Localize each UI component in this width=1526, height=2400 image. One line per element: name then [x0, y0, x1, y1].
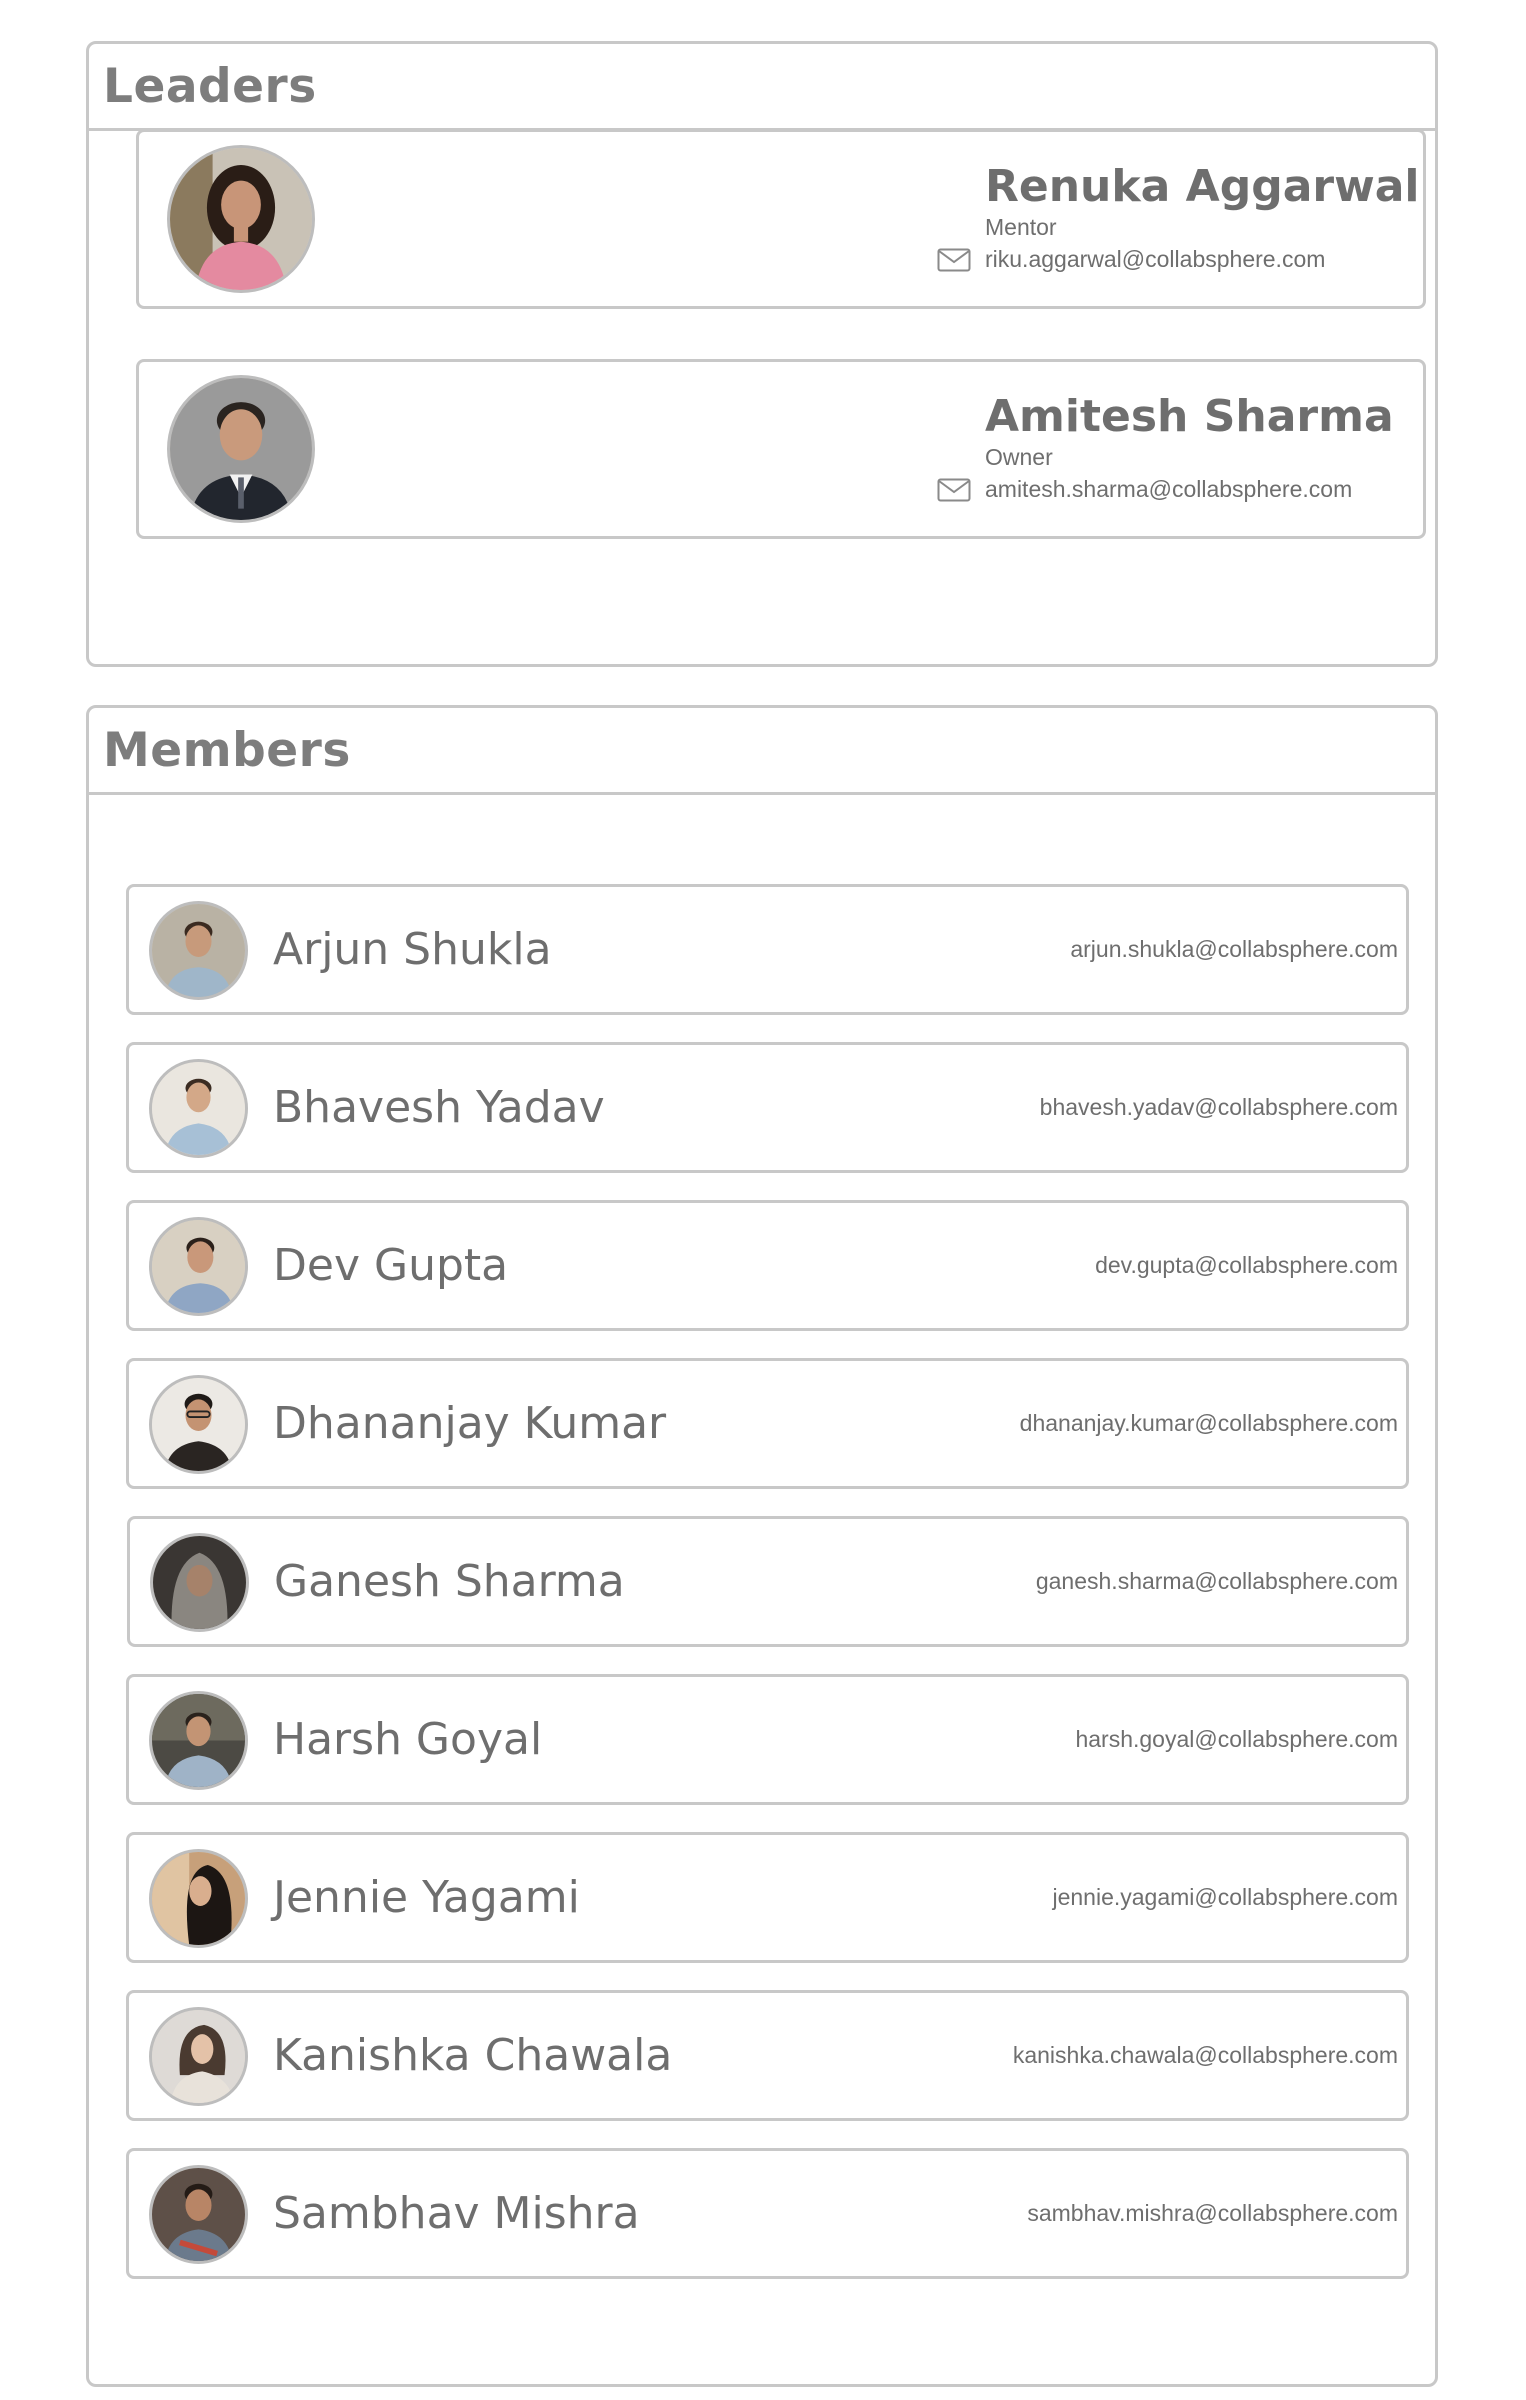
- leader-role: Mentor: [985, 214, 1057, 240]
- avatar-photo: [152, 2168, 245, 2261]
- member-email[interactable]: sambhav.mishra@collabsphere.com: [1027, 2151, 1398, 2276]
- member-email[interactable]: bhavesh.yadav@collabsphere.com: [1040, 1045, 1398, 1170]
- avatar: [149, 2165, 248, 2264]
- member-row[interactable]: Sambhav Mishra sambhav.mishra@collabsphe…: [126, 2148, 1409, 2279]
- avatar: [149, 901, 248, 1000]
- member-name: Sambhav Mishra: [273, 2188, 640, 2239]
- avatar-photo: [153, 1536, 246, 1629]
- member-row[interactable]: Kanishka Chawala kanishka.chawala@collab…: [126, 1990, 1409, 2121]
- envelope-icon: [937, 478, 971, 501]
- leader-role: Owner: [985, 444, 1053, 470]
- member-email[interactable]: harsh.goyal@collabsphere.com: [1075, 1677, 1398, 1802]
- leaders-panel: Leaders Renuka Aggarwal Mentor riku.agga…: [86, 41, 1438, 667]
- member-name: Ganesh Sharma: [274, 1556, 625, 1607]
- member-name: Jennie Yagami: [273, 1872, 580, 1923]
- avatar: [149, 1375, 248, 1474]
- avatar: [149, 2007, 248, 2106]
- leader-email[interactable]: amitesh.sharma@collabsphere.com: [985, 476, 1352, 503]
- member-row[interactable]: Ganesh Sharma ganesh.sharma@collabsphere…: [127, 1516, 1409, 1647]
- member-email[interactable]: dev.gupta@collabsphere.com: [1095, 1203, 1398, 1328]
- member-row[interactable]: Jennie Yagami jennie.yagami@collabsphere…: [126, 1832, 1409, 1963]
- avatar-photo: [152, 1220, 245, 1313]
- member-row[interactable]: Harsh Goyal harsh.goyal@collabsphere.com: [126, 1674, 1409, 1805]
- leader-info: Amitesh Sharma Owner amitesh.sharma@coll…: [937, 392, 1397, 503]
- leader-card[interactable]: Amitesh Sharma Owner amitesh.sharma@coll…: [136, 359, 1426, 539]
- member-email[interactable]: ganesh.sharma@collabsphere.com: [1036, 1519, 1398, 1644]
- leaders-header: Leaders: [89, 44, 1435, 131]
- avatar: [167, 145, 315, 293]
- member-name: Arjun Shukla: [273, 924, 552, 975]
- leader-info: Renuka Aggarwal Mentor riku.aggarwal@col…: [937, 161, 1420, 273]
- leader-name: Amitesh Sharma: [985, 391, 1394, 442]
- avatar: [167, 375, 315, 523]
- avatar-photo: [152, 1062, 245, 1155]
- avatar: [150, 1533, 249, 1632]
- avatar-photo: [152, 904, 245, 997]
- leader-email-row[interactable]: riku.aggarwal@collabsphere.com: [937, 246, 1397, 273]
- members-header: Members: [89, 708, 1435, 795]
- member-name: Dev Gupta: [273, 1240, 509, 1291]
- envelope-icon: [937, 248, 971, 271]
- member-name: Harsh Goyal: [273, 1714, 543, 1765]
- leader-email-row[interactable]: amitesh.sharma@collabsphere.com: [937, 476, 1397, 503]
- member-email[interactable]: dhananjay.kumar@collabsphere.com: [1020, 1361, 1398, 1486]
- member-name: Bhavesh Yadav: [273, 1082, 605, 1133]
- member-row[interactable]: Arjun Shukla arjun.shukla@collabsphere.c…: [126, 884, 1409, 1015]
- avatar-photo: [152, 2010, 245, 2103]
- member-row[interactable]: Dev Gupta dev.gupta@collabsphere.com: [126, 1200, 1409, 1331]
- avatar: [149, 1217, 248, 1316]
- avatar: [149, 1059, 248, 1158]
- avatar: [149, 1849, 248, 1948]
- member-row[interactable]: Dhananjay Kumar dhananjay.kumar@collabsp…: [126, 1358, 1409, 1489]
- avatar-photo: [152, 1852, 245, 1945]
- avatar: [149, 1691, 248, 1790]
- member-name: Dhananjay Kumar: [273, 1398, 667, 1449]
- member-email[interactable]: kanishka.chawala@collabsphere.com: [1013, 1993, 1398, 2118]
- members-title: Members: [103, 722, 351, 778]
- member-email[interactable]: jennie.yagami@collabsphere.com: [1052, 1835, 1398, 1960]
- avatar-photo: [170, 378, 312, 520]
- avatar-photo: [170, 148, 312, 290]
- leader-card[interactable]: Renuka Aggarwal Mentor riku.aggarwal@col…: [136, 129, 1426, 309]
- member-email[interactable]: arjun.shukla@collabsphere.com: [1070, 887, 1398, 1012]
- avatar-photo: [152, 1378, 245, 1471]
- leader-name: Renuka Aggarwal: [985, 161, 1420, 212]
- member-row[interactable]: Bhavesh Yadav bhavesh.yadav@collabsphere…: [126, 1042, 1409, 1173]
- member-name: Kanishka Chawala: [273, 2030, 673, 2081]
- avatar-photo: [152, 1694, 245, 1787]
- leaders-title: Leaders: [103, 58, 317, 114]
- members-panel: Members Arjun Shukla arjun.shukla@collab…: [86, 705, 1438, 2387]
- leader-email[interactable]: riku.aggarwal@collabsphere.com: [985, 246, 1325, 273]
